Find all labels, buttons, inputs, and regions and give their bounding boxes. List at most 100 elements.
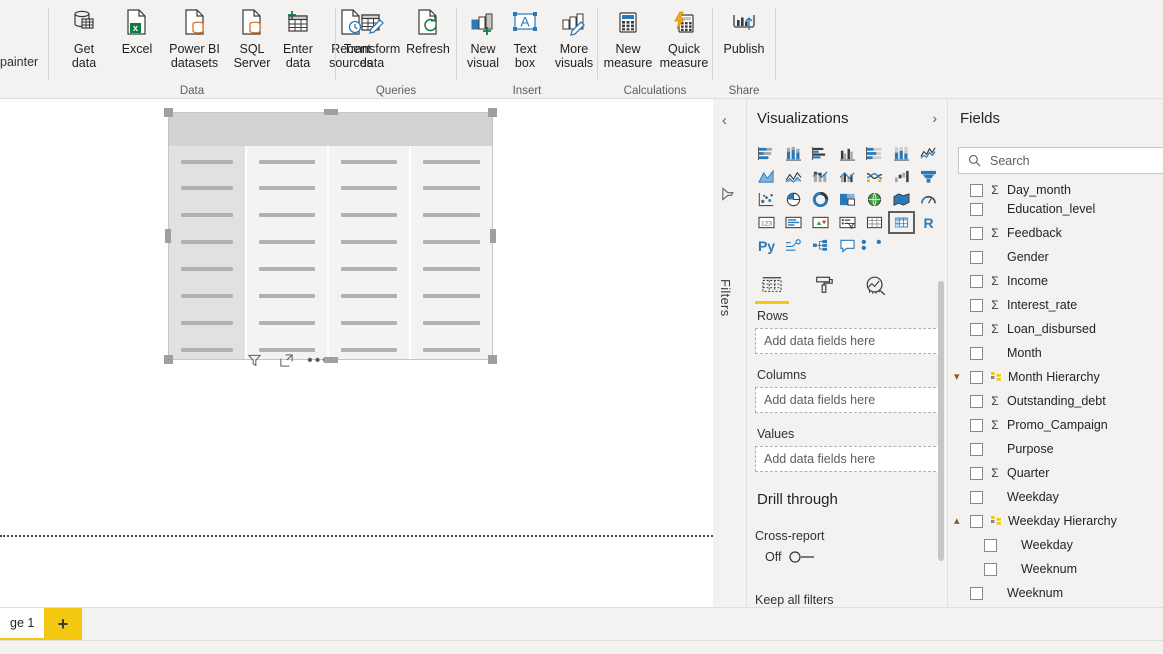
table-icon[interactable]	[861, 211, 888, 234]
well-dropzone-values[interactable]: Add data fields here	[755, 446, 941, 472]
field-checkbox[interactable]	[970, 443, 983, 456]
kpi-icon[interactable]	[807, 211, 834, 234]
well-dropzone-columns[interactable]: Add data fields here	[755, 387, 941, 413]
field-item-weeknum-child[interactable]: Weeknum	[948, 557, 1163, 581]
key-influencers-icon[interactable]	[780, 234, 807, 257]
resize-handle-nw[interactable]	[164, 108, 173, 117]
ribbon-button-text-box[interactable]: A Text box	[505, 6, 545, 70]
matrix-visual-placeholder[interactable]	[168, 112, 493, 360]
ribbon-chart-icon[interactable]	[861, 165, 888, 188]
field-item-income[interactable]: Σ Income	[948, 269, 1163, 293]
field-item-weeknum[interactable]: Weeknum	[948, 581, 1163, 605]
field-checkbox[interactable]	[970, 323, 983, 336]
line-chart-icon[interactable]	[915, 142, 942, 165]
fields-tab[interactable]	[757, 271, 787, 299]
matrix-icon[interactable]	[888, 211, 915, 234]
field-item-education-level[interactable]: Education_level	[948, 197, 1163, 221]
ribbon-button-sql-server[interactable]: SQL Server	[228, 6, 276, 70]
field-checkbox[interactable]	[970, 299, 983, 312]
field-checkbox[interactable]	[970, 347, 983, 360]
line-clustered-column-chart-icon[interactable]	[834, 165, 861, 188]
field-checkbox[interactable]	[984, 563, 997, 576]
field-item-interest-rate[interactable]: Σ Interest_rate	[948, 293, 1163, 317]
analytics-tab[interactable]	[861, 271, 891, 299]
well-dropzone-rows[interactable]: Add data fields here	[755, 328, 941, 354]
resize-handle-s[interactable]	[324, 357, 338, 363]
stacked-bar-chart-icon[interactable]	[753, 142, 780, 165]
field-checkbox[interactable]	[970, 371, 983, 384]
resize-handle-e[interactable]	[490, 229, 496, 243]
waterfall-chart-icon[interactable]	[888, 165, 915, 188]
field-checkbox[interactable]	[970, 251, 983, 264]
resize-handle-se[interactable]	[488, 355, 497, 364]
ribbon-button-powerbi-datasets[interactable]: Power BI datasets	[161, 6, 228, 70]
ribbon-button-excel[interactable]: x Excel	[113, 6, 161, 56]
filters-pane-label[interactable]: Filters	[718, 279, 733, 317]
field-item-weekday-hierarchy[interactable]: ▴ Weekday Hierarchy	[948, 509, 1163, 533]
field-checkbox[interactable]	[970, 587, 983, 600]
filter-funnel-icon[interactable]	[721, 187, 741, 202]
field-item-month-hierarchy[interactable]: ▾ Month Hierarchy	[948, 365, 1163, 389]
resize-handle-sw[interactable]	[164, 355, 173, 364]
field-item-feedback[interactable]: Σ Feedback	[948, 221, 1163, 245]
resize-handle-w[interactable]	[165, 229, 171, 243]
field-item-outstanding-debt[interactable]: Σ Outstanding_debt	[948, 389, 1163, 413]
field-item-day-month[interactable]: Σ Day_month	[948, 182, 1163, 197]
filled-map-icon[interactable]	[888, 188, 915, 211]
python-visual-icon[interactable]: Py	[753, 234, 780, 257]
ribbon-button-transform-data[interactable]: Transform data	[342, 6, 402, 70]
card-icon[interactable]: 123	[753, 211, 780, 234]
chevron-down-icon[interactable]: ▾	[954, 372, 966, 383]
ribbon-button-more-visuals[interactable]: More visuals	[545, 6, 603, 70]
pie-chart-icon[interactable]	[780, 188, 807, 211]
slicer-icon[interactable]	[834, 211, 861, 234]
clustered-column-chart-icon[interactable]	[834, 142, 861, 165]
map-icon[interactable]	[861, 188, 888, 211]
field-checkbox[interactable]	[984, 539, 997, 552]
chevron-up-icon[interactable]: ▴	[954, 516, 966, 527]
ribbon-button-enter-data[interactable]: Enter data	[276, 6, 320, 70]
field-checkbox[interactable]	[970, 227, 983, 240]
field-item-gender[interactable]: Gender	[948, 245, 1163, 269]
ribbon-button-refresh[interactable]: Refresh	[402, 6, 454, 56]
field-checkbox[interactable]	[970, 184, 983, 197]
field-checkbox[interactable]	[970, 203, 983, 216]
multi-row-card-icon[interactable]	[780, 211, 807, 234]
chevron-left-icon[interactable]: ‹	[722, 113, 727, 128]
search-input[interactable]: Search	[958, 147, 1163, 174]
field-checkbox[interactable]	[970, 491, 983, 504]
ribbon-button-get-data[interactable]: Get data	[55, 6, 113, 70]
decomposition-tree-icon[interactable]	[807, 234, 834, 257]
field-item-purpose[interactable]: Purpose	[948, 437, 1163, 461]
format-tab[interactable]	[809, 271, 839, 299]
100-stacked-column-chart-icon[interactable]	[888, 142, 915, 165]
line-stacked-column-chart-icon[interactable]	[807, 165, 834, 188]
stacked-area-chart-icon[interactable]	[780, 165, 807, 188]
field-item-weekday-child[interactable]: Weekday	[948, 533, 1163, 557]
field-item-weekday[interactable]: Weekday	[948, 485, 1163, 509]
field-item-promo-campaign[interactable]: Σ Promo_Campaign	[948, 413, 1163, 437]
ribbon-button-publish[interactable]: Publish	[717, 6, 771, 56]
gauge-icon[interactable]	[915, 188, 942, 211]
ribbon-button-new-visual[interactable]: New visual	[461, 6, 505, 70]
scatter-chart-icon[interactable]	[753, 188, 780, 211]
field-checkbox[interactable]	[970, 395, 983, 408]
area-chart-icon[interactable]	[753, 165, 780, 188]
field-item-loan-disbursed[interactable]: Σ Loan_disbursed	[948, 317, 1163, 341]
100-stacked-bar-chart-icon[interactable]	[861, 142, 888, 165]
format-painter-label-fragment[interactable]: painter	[0, 55, 38, 69]
qa-visual-icon[interactable]	[834, 234, 861, 257]
field-checkbox[interactable]	[970, 467, 983, 480]
resize-handle-ne[interactable]	[488, 108, 497, 117]
report-canvas[interactable]: •••	[0, 99, 713, 607]
ribbon-button-quick-measure[interactable]: Quick measure	[656, 6, 712, 70]
filter-icon[interactable]	[246, 352, 263, 369]
funnel-chart-icon[interactable]	[915, 165, 942, 188]
page-tab-page1[interactable]: ge 1	[0, 608, 44, 640]
fields-list[interactable]: Σ Day_month Education_level Σ Feedback G…	[948, 182, 1163, 607]
clustered-bar-chart-icon[interactable]	[807, 142, 834, 165]
cross-report-toggle[interactable]: Off	[755, 550, 941, 564]
field-item-month[interactable]: Month	[948, 341, 1163, 365]
r-script-visual-icon[interactable]: R	[915, 211, 942, 234]
donut-chart-icon[interactable]	[807, 188, 834, 211]
